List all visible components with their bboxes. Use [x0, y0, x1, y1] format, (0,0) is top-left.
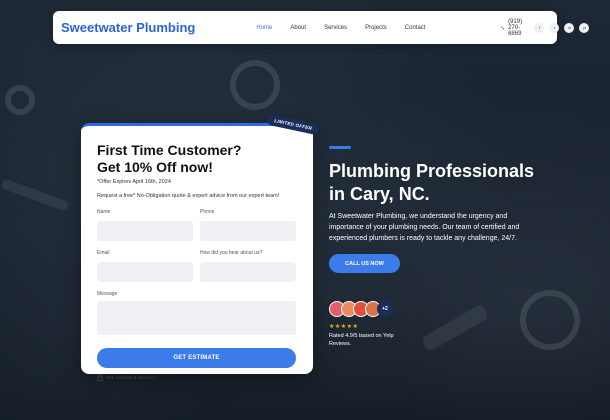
message-textarea[interactable] — [97, 301, 296, 335]
phone-icon — [501, 26, 505, 29]
message-label: Message — [97, 291, 118, 297]
form-title: First Time Customer? Get 10% Off now! — [97, 142, 297, 176]
navbar: Sweetwater Plumbing Home About Services … — [53, 11, 590, 44]
email-input[interactable] — [97, 262, 193, 282]
star-rating-icon: ★★★★★ — [329, 324, 359, 330]
rating-text: Rated 4.9/5 based on Yelp Reviews. — [329, 333, 394, 347]
social-links: f t in yt — [534, 22, 590, 33]
hero-title: Plumbing Professionals in Cary, NC. — [329, 160, 559, 206]
phone-number: (919) 270-6869 — [508, 18, 523, 37]
lock-icon — [97, 374, 103, 381]
source-field-group: How did you hear about us? — [200, 250, 296, 291]
hero-description: At Sweetwater Plumbing, we understand th… — [329, 213, 520, 242]
form-title-line1: First Time Customer? — [97, 142, 242, 158]
source-label: How did you hear about us? — [200, 250, 263, 256]
nav-link-home[interactable]: Home — [247, 25, 281, 31]
email-field-group: Email — [97, 250, 193, 291]
form-fields: Name Phone Email How did you hear about … — [97, 209, 297, 291]
offer-expiry: *Offer Expires April 16th, 2024 — [97, 179, 171, 185]
hero-title-line1: Plumbing Professionals — [329, 161, 535, 181]
name-input[interactable] — [97, 221, 193, 241]
email-label: Email — [97, 250, 110, 256]
phone-label: Phone — [200, 209, 215, 215]
facebook-icon[interactable]: f — [534, 22, 545, 33]
nav-links: Home About Services Projects Contact — [247, 25, 434, 31]
hero-title-line2: in Cary, NC. — [329, 184, 430, 204]
get-estimate-button[interactable]: GET ESTIMATE — [97, 348, 296, 368]
call-us-now-button[interactable]: CALL US NOW — [329, 254, 400, 273]
instagram-icon[interactable]: in — [564, 22, 575, 33]
review-avatars: +2 — [329, 301, 393, 317]
ssl-notice: SSL Certified & Secured — [97, 374, 297, 381]
name-label: Name — [97, 209, 111, 215]
name-field-group: Name — [97, 209, 193, 250]
accent-line — [329, 146, 351, 149]
nav-link-services[interactable]: Services — [315, 25, 356, 31]
site-logo[interactable]: Sweetwater Plumbing — [61, 20, 195, 35]
youtube-icon[interactable]: yt — [579, 22, 590, 33]
avatar-more-count: +2 — [377, 301, 393, 317]
nav-link-contact[interactable]: Contact — [396, 25, 435, 31]
ssl-text: SSL Certified & Secured — [106, 375, 155, 380]
phone-link[interactable]: (919) 270-6869 — [501, 19, 526, 37]
nav-link-projects[interactable]: Projects — [356, 25, 396, 31]
source-input[interactable] — [200, 262, 296, 282]
form-title-line2: Get 10% Off now! — [97, 159, 213, 175]
twitter-icon[interactable]: t — [549, 22, 560, 33]
nav-link-about[interactable]: About — [281, 25, 315, 31]
form-subtitle: Request a free* No-Obligation quote & ex… — [97, 193, 280, 199]
phone-field-group: Phone — [200, 209, 296, 250]
phone-input[interactable] — [200, 221, 296, 241]
estimate-form-card: LIMITED OFFER First Time Customer? Get 1… — [81, 113, 320, 381]
